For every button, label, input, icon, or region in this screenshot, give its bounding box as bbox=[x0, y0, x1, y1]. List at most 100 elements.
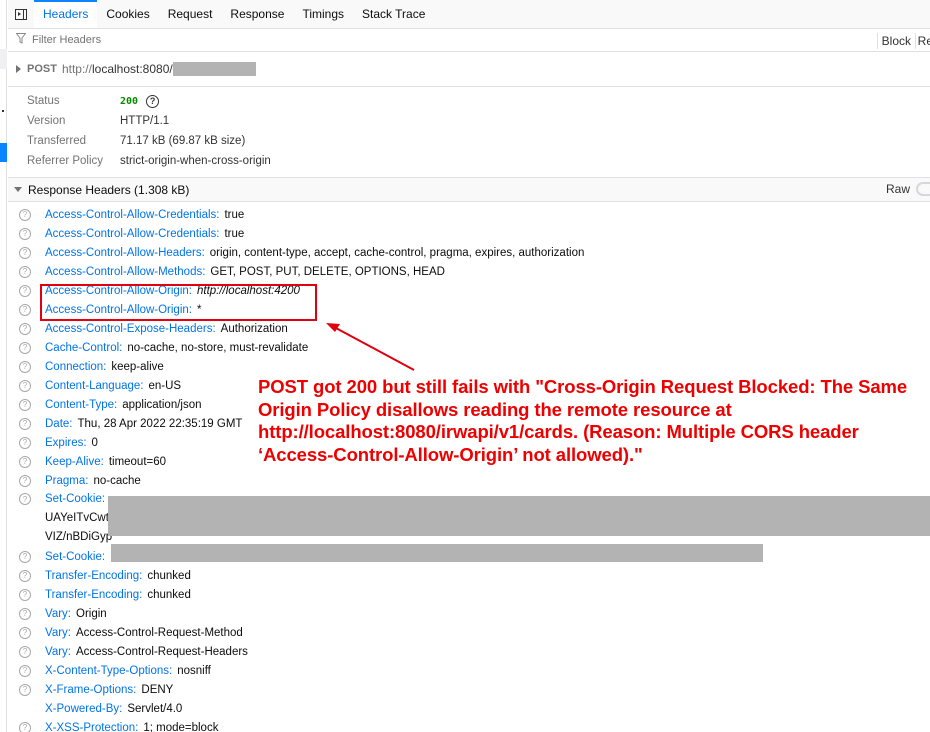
tab-timings[interactable]: Timings bbox=[293, 0, 353, 28]
header-name: Keep-Alive: bbox=[45, 455, 104, 468]
filter-bar: Block Re bbox=[8, 29, 930, 52]
summary-referrer-row: Referrer Policy strict-origin-when-cross… bbox=[27, 151, 930, 171]
question-circle-icon[interactable]: ? bbox=[19, 569, 31, 582]
question-circle-icon[interactable]: ? bbox=[19, 341, 31, 354]
question-circle-icon[interactable]: ? bbox=[19, 246, 31, 259]
header-value: * bbox=[196, 303, 202, 316]
question-circle-icon[interactable]: ? bbox=[19, 664, 31, 677]
tab-stack-trace[interactable]: Stack Trace bbox=[353, 0, 434, 28]
question-circle-icon[interactable]: ? bbox=[19, 398, 31, 411]
tab-response[interactable]: Response bbox=[221, 0, 293, 28]
question-circle-icon[interactable]: ? bbox=[19, 303, 31, 316]
header-value: DENY bbox=[141, 683, 174, 696]
annotation-note: POST got 200 but still fails with "Cross… bbox=[258, 376, 908, 465]
question-circle-icon[interactable]: ? bbox=[146, 94, 160, 108]
summary-status-row: Status 200 ? bbox=[27, 91, 930, 111]
header-name: Vary: bbox=[45, 645, 71, 658]
header-value: keep-alive bbox=[111, 360, 164, 373]
question-circle-icon[interactable]: ? bbox=[19, 436, 31, 449]
tab-request[interactable]: Request bbox=[159, 0, 222, 28]
request-list-row[interactable] bbox=[0, 49, 7, 69]
question-circle-icon[interactable]: ? bbox=[19, 683, 31, 696]
header-row[interactable]: ? Transfer-Encoding: chunked bbox=[8, 566, 930, 585]
question-circle-icon[interactable]: ? bbox=[19, 550, 31, 563]
tab-cookies[interactable]: Cookies bbox=[97, 0, 158, 28]
selected-request-row[interactable] bbox=[0, 143, 7, 162]
question-circle-icon[interactable]: ? bbox=[19, 379, 31, 392]
header-name: Access-Control-Allow-Credentials: bbox=[45, 208, 220, 221]
header-row[interactable]: ? Access-Control-Allow-Headers: origin, co… bbox=[8, 243, 930, 262]
header-row[interactable]: ? X-XSS-Protection: 1; mode=block bbox=[8, 718, 930, 732]
response-headers-list: ? Access-Control-Allow-Credentials: true ?… bbox=[8, 202, 930, 732]
question-circle-icon[interactable]: ? bbox=[19, 265, 31, 278]
resend-button[interactable]: Re bbox=[918, 33, 930, 49]
summary-label: Referrer Policy bbox=[27, 155, 104, 167]
header-name: Date: bbox=[45, 417, 73, 430]
request-summary: Status 200 ? Version HTTP/1.1 Transferre… bbox=[8, 87, 930, 178]
header-value: no-cache bbox=[93, 474, 141, 487]
expand-triangle-icon[interactable] bbox=[16, 65, 21, 73]
question-circle-icon[interactable]: ? bbox=[19, 455, 31, 468]
toggle-switch-icon[interactable] bbox=[916, 182, 930, 196]
request-url-row[interactable]: POST http://localhost:8080/ bbox=[8, 52, 930, 87]
header-value: Access-Control-Request-Method bbox=[76, 626, 243, 639]
header-row[interactable]: ? Pragma: no-cache bbox=[8, 471, 930, 490]
request-list-dot bbox=[2, 110, 4, 112]
header-row[interactable]: ? Vary: Origin bbox=[8, 604, 930, 623]
header-name: Set-Cookie: bbox=[45, 493, 106, 505]
header-row-allow-origin-2[interactable]: ? Access-Control-Allow-Origin: * bbox=[8, 300, 930, 319]
header-row[interactable]: ? Cache-Control: no-cache, no-store, must-… bbox=[8, 338, 930, 357]
redacted-url-path bbox=[172, 62, 256, 76]
header-name: Access-Control-Allow-Credentials: bbox=[45, 227, 220, 240]
question-circle-icon[interactable]: ? bbox=[19, 474, 31, 487]
header-row[interactable]: ? Connection: keep-alive bbox=[8, 357, 930, 376]
question-circle-icon[interactable]: ? bbox=[19, 208, 31, 221]
filter-headers-input[interactable] bbox=[32, 34, 332, 46]
toggle-sidebar-button[interactable] bbox=[8, 0, 34, 28]
question-circle-icon[interactable]: ? bbox=[19, 645, 31, 658]
raw-toggle[interactable]: Raw bbox=[886, 182, 930, 196]
summary-value: HTTP/1.1 bbox=[120, 115, 170, 127]
header-row[interactable]: ? Transfer-Encoding: chunked bbox=[8, 585, 930, 604]
tab-headers[interactable]: Headers bbox=[34, 0, 98, 28]
question-circle-icon[interactable]: ? bbox=[19, 284, 31, 297]
header-row[interactable]: ? Access-Control-Allow-Methods: GET, POST,… bbox=[8, 262, 930, 281]
header-row[interactable]: ? X-Content-Type-Options: nosniff bbox=[8, 661, 930, 680]
header-name: Pragma: bbox=[45, 474, 89, 487]
header-row[interactable]: ? X-Frame-Options: DENY bbox=[8, 680, 930, 699]
header-name: X-Powered-By: bbox=[45, 702, 123, 715]
question-circle-icon[interactable]: ? bbox=[19, 607, 31, 620]
header-value: true bbox=[224, 227, 245, 240]
question-circle-icon[interactable]: ? bbox=[19, 322, 31, 335]
summary-version-row: Version HTTP/1.1 bbox=[27, 111, 930, 131]
header-value: timeout=60 bbox=[108, 455, 167, 468]
header-row[interactable]: ? Access-Control-Expose-Headers: Authoriza… bbox=[8, 319, 930, 338]
header-name: Content-Type: bbox=[45, 398, 118, 411]
header-row[interactable]: ? Access-Control-Allow-Credentials: true bbox=[8, 205, 930, 224]
header-value: chunked bbox=[147, 569, 191, 582]
question-circle-icon[interactable]: ? bbox=[19, 493, 31, 505]
collapse-triangle-icon[interactable] bbox=[14, 187, 22, 192]
header-row-allow-origin-1[interactable]: ? Access-Control-Allow-Origin: http://loca… bbox=[8, 281, 930, 300]
question-circle-icon[interactable]: ? bbox=[19, 588, 31, 601]
header-name: Vary: bbox=[45, 607, 71, 620]
header-value: true bbox=[224, 208, 245, 221]
question-circle-icon[interactable]: ? bbox=[19, 360, 31, 373]
question-circle-icon[interactable]: ? bbox=[19, 626, 31, 639]
header-name: X-Content-Type-Options: bbox=[45, 664, 173, 677]
question-circle-icon[interactable]: ? bbox=[19, 227, 31, 240]
header-value: 1; mode=block bbox=[143, 721, 219, 732]
header-name: Cache-Control: bbox=[45, 341, 123, 354]
header-row[interactable]: ? Access-Control-Allow-Credentials: true bbox=[8, 224, 930, 243]
question-circle-icon[interactable]: ? bbox=[19, 417, 31, 430]
request-method: POST bbox=[27, 63, 57, 75]
question-circle-icon[interactable]: ? bbox=[19, 721, 31, 732]
header-row[interactable]: X-Powered-By: Servlet/4.0 bbox=[8, 699, 930, 718]
header-name: Access-Control-Expose-Headers: bbox=[45, 322, 216, 335]
block-button[interactable]: Block bbox=[876, 33, 916, 49]
filter-funnel-icon bbox=[15, 33, 28, 47]
response-headers-section-header[interactable]: Response Headers (1.308 kB) Raw bbox=[8, 178, 930, 202]
header-row[interactable]: ? Vary: Access-Control-Request-Method bbox=[8, 623, 930, 642]
header-row[interactable]: ? Vary: Access-Control-Request-Headers bbox=[8, 642, 930, 661]
url-protocol: http:// bbox=[61, 62, 92, 76]
